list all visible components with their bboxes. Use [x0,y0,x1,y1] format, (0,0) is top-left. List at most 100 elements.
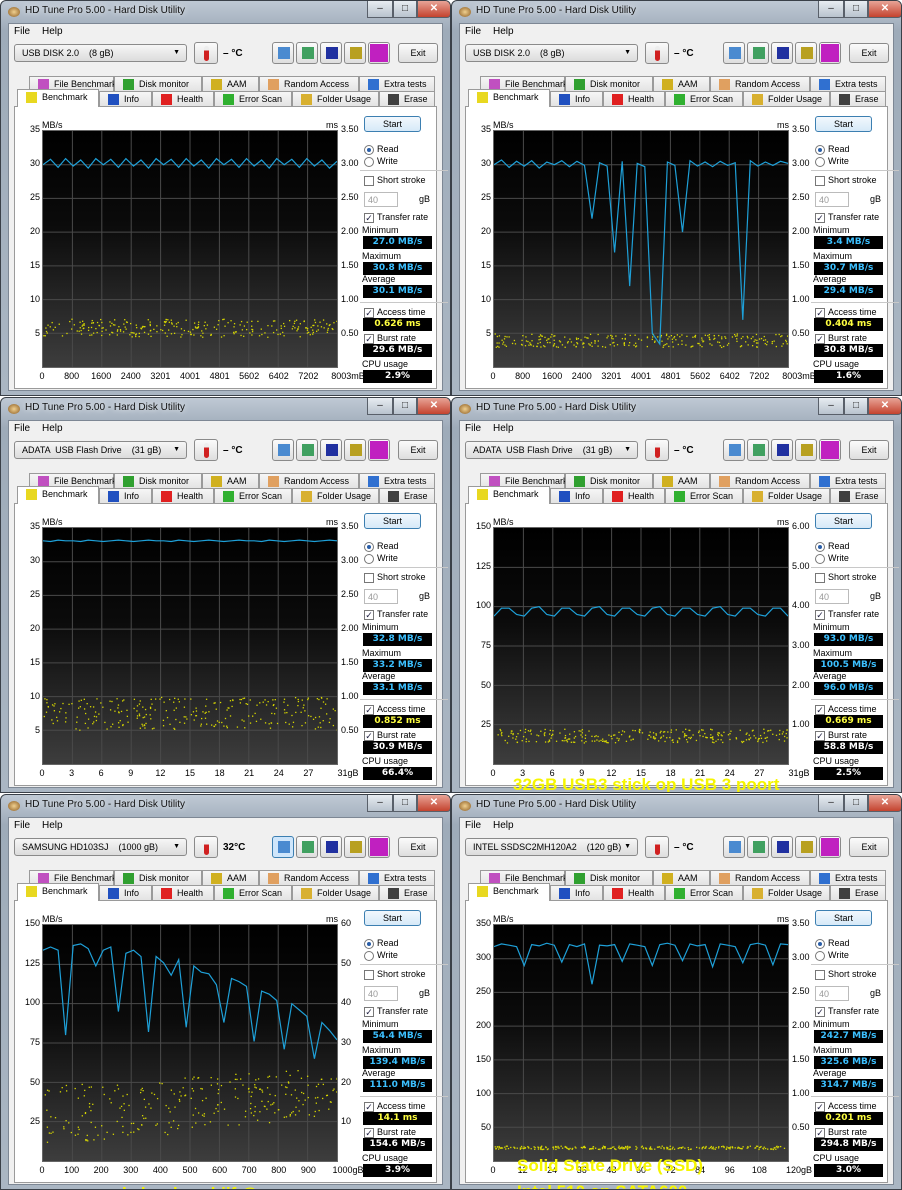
tab-health[interactable]: Health [152,91,214,107]
write-radio[interactable] [364,951,374,961]
tab-benchmark[interactable]: Benchmark [17,486,99,504]
temperature-button[interactable] [194,439,218,461]
short-stroke-checkbox[interactable] [815,573,825,583]
copy-info-button[interactable] [723,439,745,461]
tab-extra-tests[interactable]: Extra tests [810,473,886,489]
read-radio[interactable] [815,542,825,552]
tab-health[interactable]: Health [603,488,665,504]
download-button[interactable] [368,42,390,64]
access-time-checkbox[interactable]: ✓ [815,1102,825,1112]
access-time-checkbox[interactable]: ✓ [364,308,374,318]
copy-screenshot-button[interactable] [296,439,318,461]
download-button[interactable] [819,836,841,858]
save-button[interactable] [771,42,793,64]
tab-info[interactable]: Info [99,885,152,901]
download-button[interactable] [819,439,841,461]
save-button[interactable] [320,439,342,461]
minimize-button[interactable]: – [367,398,393,415]
menu-file[interactable]: File [14,423,30,434]
tab-erase[interactable]: Erase [379,91,435,107]
tab-extra-tests[interactable]: Extra tests [810,76,886,92]
tab-info[interactable]: Info [550,91,603,107]
tab-error-scan[interactable]: Error Scan [665,488,743,504]
burst-rate-checkbox[interactable]: ✓ [815,731,825,741]
tab-info[interactable]: Info [550,885,603,901]
tab-folder-usage[interactable]: Folder Usage [743,885,830,901]
menu-file[interactable]: File [465,423,481,434]
tab-random-access[interactable]: Random Access [259,870,359,886]
burst-rate-checkbox[interactable]: ✓ [364,334,374,344]
minimize-button[interactable]: – [367,1,393,18]
close-button[interactable]: ✕ [868,795,902,812]
download-button[interactable] [368,836,390,858]
tab-disk-monitor[interactable]: Disk monitor [565,473,653,489]
read-radio[interactable] [815,939,825,949]
copy-screenshot-button[interactable] [296,836,318,858]
burst-rate-checkbox[interactable]: ✓ [364,1128,374,1138]
tab-erase[interactable]: Erase [830,488,886,504]
write-radio[interactable] [364,157,374,167]
stroke-size-spinner[interactable]: 40 [815,589,849,604]
tab-random-access[interactable]: Random Access [710,870,810,886]
menu-file[interactable]: File [465,820,481,831]
tab-aam[interactable]: AAM [202,870,259,886]
start-button[interactable]: Start [364,116,421,132]
minimize-button[interactable]: – [818,1,844,18]
tab-erase[interactable]: Erase [379,488,435,504]
drive-select[interactable]: SAMSUNG HD103SJ(1000 gB)▼ [14,838,187,856]
start-button[interactable]: Start [815,116,872,132]
tab-benchmark[interactable]: Benchmark [468,486,550,504]
options-button[interactable] [344,42,366,64]
minimize-button[interactable]: – [818,795,844,812]
maximize-button[interactable]: □ [393,795,417,812]
write-radio[interactable] [815,157,825,167]
tab-erase[interactable]: Erase [379,885,435,901]
tab-folder-usage[interactable]: Folder Usage [743,488,830,504]
burst-rate-checkbox[interactable]: ✓ [815,1128,825,1138]
tab-info[interactable]: Info [99,488,152,504]
tab-error-scan[interactable]: Error Scan [214,91,292,107]
tab-benchmark[interactable]: Benchmark [468,883,550,901]
tab-disk-monitor[interactable]: Disk monitor [565,870,653,886]
copy-info-button[interactable] [272,42,294,64]
temperature-button[interactable] [194,836,218,858]
tab-disk-monitor[interactable]: Disk monitor [114,473,202,489]
save-button[interactable] [320,42,342,64]
options-button[interactable] [795,439,817,461]
tab-health[interactable]: Health [603,91,665,107]
exit-button[interactable]: Exit [398,440,438,460]
copy-info-button[interactable] [272,439,294,461]
tab-disk-monitor[interactable]: Disk monitor [114,870,202,886]
tab-folder-usage[interactable]: Folder Usage [292,91,379,107]
transfer-rate-checkbox[interactable]: ✓ [815,610,825,620]
tab-info[interactable]: Info [550,488,603,504]
tab-erase[interactable]: Erase [830,91,886,107]
menu-help[interactable]: Help [42,26,63,37]
options-button[interactable] [344,836,366,858]
maximize-button[interactable]: □ [844,1,868,18]
transfer-rate-checkbox[interactable]: ✓ [364,1007,374,1017]
maximize-button[interactable]: □ [844,398,868,415]
start-button[interactable]: Start [815,910,872,926]
tab-error-scan[interactable]: Error Scan [214,488,292,504]
close-button[interactable]: ✕ [417,398,451,415]
maximize-button[interactable]: □ [393,1,417,18]
stroke-size-spinner[interactable]: 40 [364,589,398,604]
download-button[interactable] [368,439,390,461]
read-radio[interactable] [364,542,374,552]
close-button[interactable]: ✕ [868,1,902,18]
transfer-rate-checkbox[interactable]: ✓ [815,1007,825,1017]
save-button[interactable] [771,836,793,858]
tab-error-scan[interactable]: Error Scan [665,91,743,107]
temperature-button[interactable] [194,42,218,64]
tab-random-access[interactable]: Random Access [259,473,359,489]
tab-folder-usage[interactable]: Folder Usage [743,91,830,107]
menu-file[interactable]: File [14,26,30,37]
menu-help[interactable]: Help [493,820,514,831]
burst-rate-checkbox[interactable]: ✓ [815,334,825,344]
menu-help[interactable]: Help [42,423,63,434]
short-stroke-checkbox[interactable] [815,970,825,980]
download-button[interactable] [819,42,841,64]
write-radio[interactable] [364,554,374,564]
short-stroke-checkbox[interactable] [815,176,825,186]
